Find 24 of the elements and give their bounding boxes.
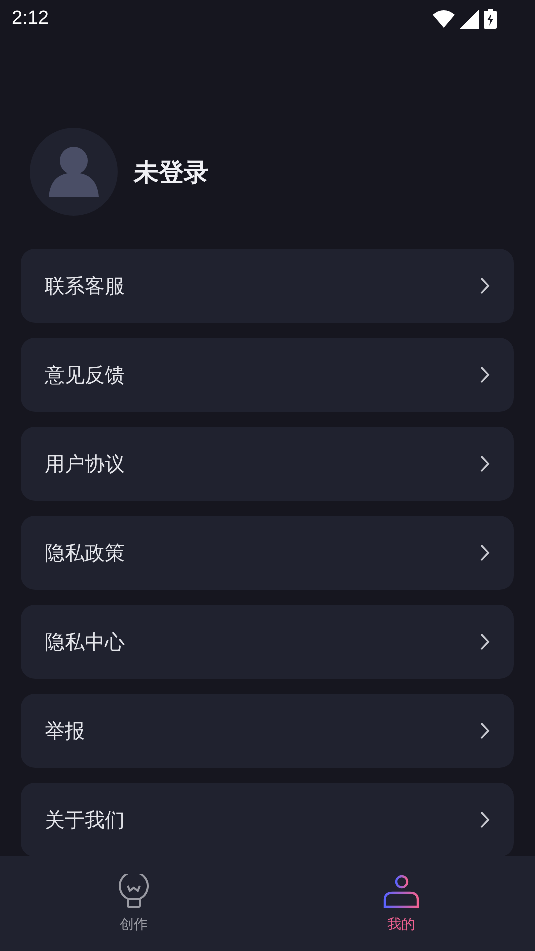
person-icon bbox=[383, 874, 420, 910]
lightbulb-icon bbox=[118, 874, 150, 910]
status-time: 2:12 bbox=[12, 8, 49, 30]
chevron-icon bbox=[480, 811, 490, 829]
menu-item[interactable]: 关于我们 bbox=[21, 783, 514, 857]
chevron-icon bbox=[480, 366, 490, 384]
menu-item[interactable]: 举报 bbox=[21, 694, 514, 768]
battery-icon bbox=[484, 9, 497, 29]
chevron-icon bbox=[480, 633, 490, 651]
chevron-icon bbox=[480, 722, 490, 740]
avatar-icon bbox=[30, 128, 118, 216]
menu-item[interactable]: 用户协议 bbox=[21, 427, 514, 501]
signal-icon bbox=[460, 10, 479, 28]
menu-item[interactable]: 联系客服 bbox=[21, 249, 514, 323]
tab[interactable]: 我的 bbox=[268, 856, 535, 951]
tab[interactable]: 创作 bbox=[0, 856, 268, 951]
menu-item[interactable]: 意见反馈 bbox=[21, 338, 514, 412]
wifi-icon bbox=[433, 10, 455, 28]
login-status: 未登录 bbox=[134, 156, 209, 188]
menu-item[interactable]: 隐私政策 bbox=[21, 516, 514, 590]
menu-item[interactable]: 隐私中心 bbox=[21, 605, 514, 679]
chevron-icon bbox=[480, 455, 490, 473]
chevron-icon bbox=[480, 277, 490, 295]
chevron-icon bbox=[480, 544, 490, 562]
